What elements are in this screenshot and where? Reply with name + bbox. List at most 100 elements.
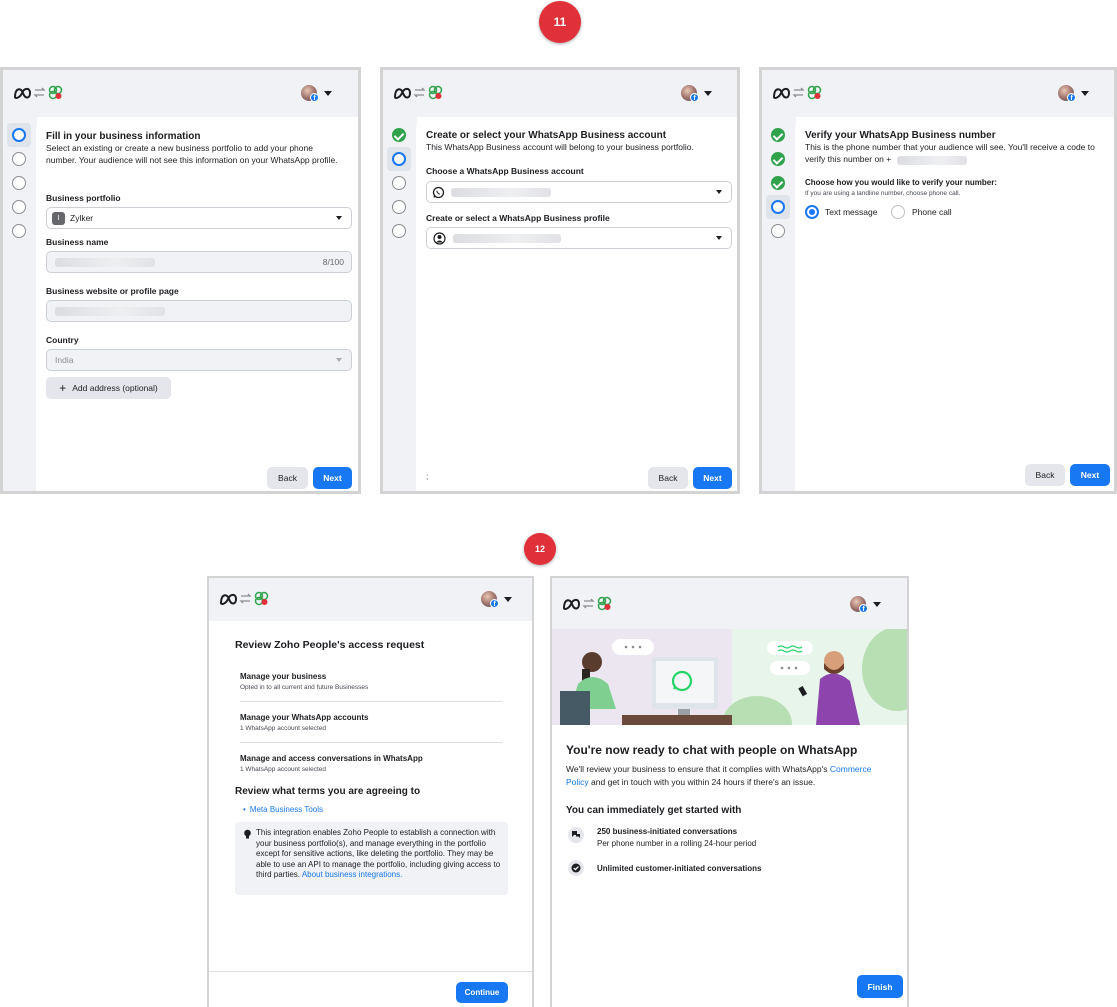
lightbulb-icon bbox=[244, 829, 251, 839]
permission-detail: 1 WhatsApp account selected bbox=[240, 766, 326, 773]
whatsapp-profile-select[interactable] bbox=[426, 227, 732, 249]
panel-ready-to-chat: f You're now ready to chat with people o… bbox=[550, 576, 909, 1007]
header-bar: f bbox=[383, 70, 737, 117]
meta-logo-icon bbox=[219, 591, 269, 606]
facebook-icon: f bbox=[1067, 93, 1076, 102]
account-label: Choose a WhatsApp Business account bbox=[426, 166, 584, 176]
country-value: India bbox=[55, 355, 74, 365]
permission-detail: Opted in to all current and future Busin… bbox=[240, 684, 369, 691]
permission-title: Manage and access conversations in Whats… bbox=[240, 754, 423, 763]
terms-link[interactable]: • Meta Business Tools bbox=[243, 804, 323, 816]
meta-logo-icon bbox=[772, 85, 822, 100]
text-message-label: Text message bbox=[825, 207, 878, 217]
page-title: You're now ready to chat with people on … bbox=[566, 743, 858, 757]
page-title: Fill in your business information bbox=[46, 131, 201, 142]
facebook-icon: f bbox=[690, 93, 699, 102]
step-dot-1 bbox=[12, 128, 26, 142]
char-counter: 8/100 bbox=[322, 257, 344, 267]
add-address-label: Add address (optional) bbox=[72, 383, 158, 393]
step-badge-11: 11 bbox=[539, 1, 581, 43]
portfolio-select[interactable]: I Zylker bbox=[46, 207, 352, 229]
next-button[interactable]: Next bbox=[313, 467, 352, 489]
finish-button[interactable]: Finish bbox=[857, 975, 903, 998]
step-dot-1-complete bbox=[771, 128, 785, 142]
next-button[interactable]: Next bbox=[1070, 464, 1110, 486]
feature-title: Unlimited customer-initiated conversatio… bbox=[597, 864, 762, 873]
method-hint: If you are using a landline number, choo… bbox=[805, 190, 961, 197]
permission-title: Manage your business bbox=[240, 672, 327, 681]
swap-arrows-icon bbox=[33, 87, 46, 98]
page-title: Verify your WhatsApp Business number bbox=[805, 130, 996, 141]
back-button[interactable]: Back bbox=[267, 467, 308, 489]
website-input[interactable] bbox=[46, 300, 352, 322]
profile-icon bbox=[433, 232, 446, 245]
redacted-phone bbox=[897, 156, 967, 165]
facebook-icon: f bbox=[490, 599, 499, 608]
country-select[interactable]: India bbox=[46, 349, 352, 371]
whatsapp-account-select[interactable] bbox=[426, 181, 732, 203]
intro-text: We'll review your business to ensure tha… bbox=[566, 763, 896, 788]
meta-business-tools-link[interactable]: Meta Business Tools bbox=[250, 805, 323, 814]
permission-detail: 1 WhatsApp account selected bbox=[240, 725, 326, 732]
form-card: Fill in your business information Select… bbox=[36, 123, 358, 491]
swap-arrows-icon bbox=[239, 593, 252, 604]
caret-down-icon bbox=[1081, 91, 1089, 96]
account-menu[interactable]: f bbox=[1058, 82, 1092, 104]
swap-arrows-icon bbox=[792, 87, 805, 98]
header-bar: f bbox=[552, 578, 907, 629]
method-label: Choose how you would like to verify your… bbox=[805, 178, 998, 187]
divider bbox=[240, 742, 502, 743]
next-button[interactable]: Next bbox=[693, 467, 732, 489]
step-dot-4 bbox=[392, 200, 406, 214]
whatsapp-icon bbox=[432, 186, 445, 199]
caret-down-icon bbox=[873, 602, 881, 607]
step-dot-2 bbox=[12, 152, 26, 166]
redacted-value bbox=[451, 188, 551, 197]
step-dot-1-complete bbox=[392, 128, 406, 142]
partner-app-icon bbox=[48, 85, 63, 100]
about-integrations-link[interactable]: About business integrations. bbox=[302, 870, 403, 879]
account-menu[interactable]: f bbox=[681, 82, 715, 104]
business-name-label: Business name bbox=[46, 237, 109, 247]
account-menu[interactable]: f bbox=[301, 82, 335, 104]
country-label: Country bbox=[46, 335, 79, 345]
progress-stepper bbox=[383, 117, 417, 491]
page-description: This WhatsApp Business account will belo… bbox=[426, 142, 694, 152]
meta-logo-icon bbox=[393, 85, 443, 100]
text-message-radio[interactable] bbox=[805, 205, 819, 219]
page-description-line1: This is the phone number that your audie… bbox=[805, 142, 1095, 152]
back-button[interactable]: Back bbox=[1025, 464, 1065, 486]
meta-logo-icon bbox=[562, 596, 612, 611]
phone-call-label: Phone call bbox=[912, 207, 952, 217]
continue-button[interactable]: Continue bbox=[456, 982, 508, 1003]
header-bar: f bbox=[3, 70, 358, 117]
step-dot-4 bbox=[12, 200, 26, 214]
chevron-down-icon bbox=[336, 216, 342, 220]
footnote-text: ; bbox=[426, 471, 429, 481]
check-circle-icon bbox=[571, 863, 581, 873]
feature-icon-bg bbox=[568, 827, 584, 843]
panel-whatsapp-account: f Create or select your WhatsApp Busines… bbox=[380, 67, 740, 494]
add-address-button[interactable]: + Add address (optional) bbox=[46, 377, 171, 399]
swap-arrows-icon bbox=[582, 598, 595, 609]
account-menu[interactable]: f bbox=[850, 593, 884, 615]
partner-app-icon bbox=[807, 85, 822, 100]
step-dot-4 bbox=[771, 200, 785, 214]
portfolio-initial-badge: I bbox=[52, 212, 65, 225]
phone-call-radio[interactable] bbox=[891, 205, 905, 219]
divider bbox=[240, 701, 502, 702]
meta-logo-icon bbox=[13, 85, 63, 100]
partner-app-icon bbox=[254, 591, 269, 606]
business-name-input[interactable]: 8/100 bbox=[46, 251, 352, 273]
chevron-down-icon bbox=[716, 190, 722, 194]
account-menu[interactable]: f bbox=[481, 588, 515, 610]
step-dot-5 bbox=[12, 224, 26, 238]
header-bar: f bbox=[762, 70, 1114, 117]
chevron-down-icon bbox=[716, 236, 722, 240]
step-dot-2-complete bbox=[771, 152, 785, 166]
header-bar: f bbox=[209, 578, 532, 621]
facebook-icon: f bbox=[859, 604, 868, 613]
back-button[interactable]: Back bbox=[648, 467, 688, 489]
redacted-value bbox=[453, 234, 561, 243]
intro-after: and get in touch with you within 24 hour… bbox=[588, 776, 816, 787]
